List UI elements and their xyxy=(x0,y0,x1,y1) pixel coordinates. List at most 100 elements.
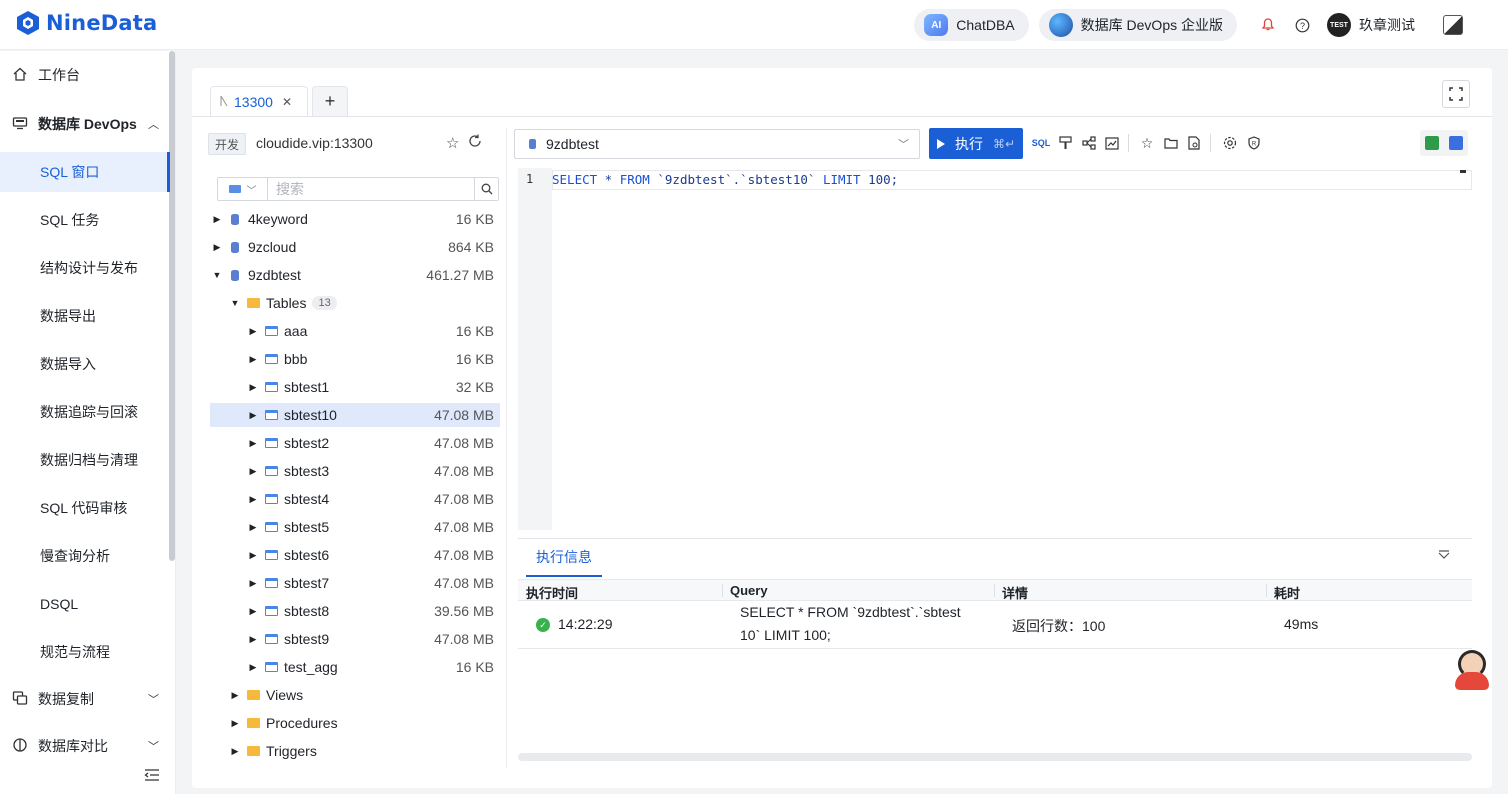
sidebar-group-devops[interactable]: 数据库 DevOps ︿ xyxy=(12,114,159,134)
expand-icon[interactable]: ▶ xyxy=(246,634,260,645)
column-divider[interactable] xyxy=(722,584,723,597)
chart-icon[interactable] xyxy=(1103,134,1121,152)
sidebar-item-slow-query[interactable]: 慢查询分析 xyxy=(0,536,170,576)
refresh-icon[interactable] xyxy=(468,134,482,152)
sidebar-item-dsql[interactable]: DSQL xyxy=(0,584,170,624)
editor-scrollbar[interactable] xyxy=(1460,170,1466,173)
tree-node-table[interactable]: ▶ sbtest5 47.08 MB xyxy=(210,515,500,539)
expand-icon[interactable]: ▶ xyxy=(246,382,260,393)
gear-icon[interactable] xyxy=(1221,134,1239,152)
tree-node-table[interactable]: ▶ sbtest7 47.08 MB xyxy=(210,571,500,595)
tree-node-table-selected[interactable]: ▶ sbtest10 47.08 MB xyxy=(210,403,500,427)
sidebar-item-sql-window[interactable]: SQL 窗口 xyxy=(0,152,170,192)
terminal-icon[interactable] xyxy=(1425,136,1439,150)
expand-icon[interactable]: ▶ xyxy=(246,354,260,365)
column-divider[interactable] xyxy=(1266,584,1267,597)
collapse-icon[interactable]: ▼ xyxy=(210,270,224,280)
fullscreen-icon[interactable] xyxy=(1442,80,1470,108)
sidebar-item-sql-task[interactable]: SQL 任务 xyxy=(0,200,170,240)
expand-icon[interactable]: ▶ xyxy=(210,242,224,253)
tree-node-tables-folder[interactable]: ▼ Tables 13 xyxy=(210,291,500,315)
database-select[interactable]: 9zdbtest ﹀ xyxy=(514,129,920,159)
help-icon[interactable]: ? xyxy=(1292,15,1312,35)
ai-assist-icon[interactable] xyxy=(1449,136,1463,150)
tree-node-table[interactable]: ▶ sbtest8 39.56 MB xyxy=(210,599,500,623)
search-input[interactable] xyxy=(268,178,474,200)
expand-icon[interactable]: ▶ xyxy=(210,214,224,225)
sidebar-group-replication[interactable]: 数据复制 ﹀ xyxy=(12,689,159,709)
expand-icon[interactable]: ▶ xyxy=(246,466,260,477)
chatdba-button[interactable]: AI ChatDBA xyxy=(914,9,1029,41)
run-button[interactable]: 执行 ⌘↵ xyxy=(929,128,1023,159)
username[interactable]: 玖章测试 xyxy=(1359,15,1415,35)
tree-node-table[interactable]: ▶ bbb 16 KB xyxy=(210,347,500,371)
tree-node-table[interactable]: ▶ sbtest1 32 KB xyxy=(210,375,500,399)
tree-node-table[interactable]: ▶ sbtest3 47.08 MB xyxy=(210,459,500,483)
sidebar-group-compare[interactable]: 数据库对比 ﹀ xyxy=(12,736,159,756)
expand-icon[interactable]: ▶ xyxy=(246,326,260,337)
star-icon[interactable]: ☆ xyxy=(446,134,459,152)
expand-icon[interactable]: ▶ xyxy=(246,606,260,617)
tree-node-triggers-folder[interactable]: ▶ Triggers xyxy=(210,739,500,762)
tree-node-table[interactable]: ▶ sbtest4 47.08 MB xyxy=(210,487,500,511)
avatar[interactable]: TEST xyxy=(1327,13,1351,37)
table-row[interactable]: ✓ 14:22:29 SELECT * FROM `9zdbtest`.`sbt… xyxy=(518,601,1472,649)
shield-icon[interactable]: R xyxy=(1245,134,1263,152)
tree-node-database[interactable]: ▼ 9zdbtest 461.27 MB xyxy=(210,263,500,287)
expand-icon[interactable]: ▶ xyxy=(246,550,260,561)
pane-divider[interactable] xyxy=(506,128,507,768)
language-switch-icon[interactable] xyxy=(1443,15,1463,35)
column-divider[interactable] xyxy=(994,584,995,597)
document-icon[interactable] xyxy=(1185,134,1203,152)
collapse-icon[interactable]: ▼ xyxy=(228,298,242,308)
tree-node-database[interactable]: ▶ 4keyword 16 KB xyxy=(210,207,500,231)
sidebar-item-standards[interactable]: 规范与流程 xyxy=(0,632,170,672)
tree-node-table[interactable]: ▶ test_agg 16 KB xyxy=(210,655,500,679)
support-agent-icon[interactable] xyxy=(1452,648,1492,692)
expand-icon[interactable]: ▶ xyxy=(228,718,242,729)
sidebar-item-data-archive[interactable]: 数据归档与清理 xyxy=(0,440,170,480)
sidebar-item-data-import[interactable]: 数据导入 xyxy=(0,344,170,384)
sidebar-item-data-tracking[interactable]: 数据追踪与回滚 xyxy=(0,392,170,432)
expand-icon[interactable]: ▶ xyxy=(246,578,260,589)
expand-icon[interactable]: ▶ xyxy=(246,522,260,533)
tree-node-table[interactable]: ▶ aaa 16 KB xyxy=(210,319,500,343)
sql-format-icon[interactable]: SQL xyxy=(1032,134,1051,152)
expand-icon[interactable]: ▶ xyxy=(246,662,260,673)
expand-icon[interactable]: ▶ xyxy=(246,410,260,421)
edition-button[interactable]: 数据库 DevOps 企业版 xyxy=(1038,9,1237,41)
sql-code[interactable]: SELECT * FROM `9zdbtest`.`sbtest10` LIMI… xyxy=(552,172,898,187)
collapse-panel-icon[interactable] xyxy=(1438,549,1450,563)
tree-node-database[interactable]: ▶ 9zcloud 864 KB xyxy=(210,235,500,259)
bell-icon[interactable] xyxy=(1258,15,1278,35)
chevron-down-icon: ﹀ xyxy=(148,741,159,753)
expand-icon[interactable]: ▶ xyxy=(246,494,260,505)
tree-node-table[interactable]: ▶ sbtest2 47.08 MB xyxy=(210,431,500,455)
tab-13300[interactable]: 13300 ✕ xyxy=(210,86,308,116)
tab-execution-info[interactable]: 执行信息 xyxy=(526,547,602,577)
collapse-sidebar-icon[interactable] xyxy=(144,768,160,785)
expand-icon[interactable]: ▶ xyxy=(246,438,260,449)
search-icon[interactable] xyxy=(474,178,498,200)
favorite-icon[interactable]: ☆ xyxy=(1138,134,1156,152)
sidebar-item-schema-design[interactable]: 结构设计与发布 xyxy=(0,248,170,288)
tree-node-table[interactable]: ▶ sbtest9 47.08 MB xyxy=(210,627,500,651)
object-type-select[interactable]: ﹀ xyxy=(218,178,268,200)
tree-node-views-folder[interactable]: ▶ Views xyxy=(210,683,500,707)
sidebar-item-data-export[interactable]: 数据导出 xyxy=(0,296,170,336)
horizontal-scrollbar[interactable] xyxy=(518,753,1472,761)
close-icon[interactable]: ✕ xyxy=(282,95,292,109)
expand-icon[interactable]: ▶ xyxy=(228,690,242,701)
diagram-icon[interactable] xyxy=(1080,134,1098,152)
add-tab-button[interactable]: + xyxy=(312,86,348,116)
database-icon xyxy=(231,241,239,253)
sidebar-item-workbench[interactable]: 工作台 xyxy=(12,65,80,85)
expand-icon[interactable]: ▶ xyxy=(228,746,242,757)
folder-open-icon[interactable] xyxy=(1162,134,1180,152)
tree-node-procedures-folder[interactable]: ▶ Procedures xyxy=(210,711,500,735)
paint-brush-icon[interactable] xyxy=(1056,134,1074,152)
sql-editor[interactable]: 1 SELECT * FROM `9zdbtest`.`sbtest10` LI… xyxy=(518,168,1472,530)
sidebar-item-sql-review[interactable]: SQL 代码审核 xyxy=(0,488,170,528)
logo[interactable]: NineData xyxy=(16,10,157,36)
tree-node-table[interactable]: ▶ sbtest6 47.08 MB xyxy=(210,543,500,567)
